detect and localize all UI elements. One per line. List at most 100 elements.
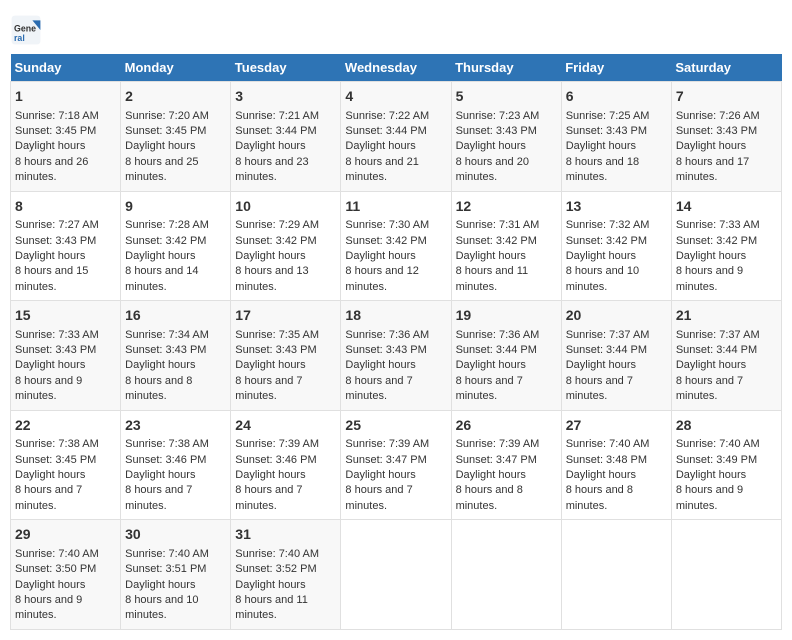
sunrise: Sunrise: 7:38 AM bbox=[125, 438, 209, 450]
weekday-header: Thursday bbox=[451, 54, 561, 82]
daylight-duration: 8 hours and 7 minutes. bbox=[345, 375, 412, 402]
day-number: 17 bbox=[235, 306, 336, 326]
sunrise: Sunrise: 7:30 AM bbox=[345, 219, 429, 231]
sunrise: Sunrise: 7:34 AM bbox=[125, 329, 209, 341]
weekday-header: Friday bbox=[561, 54, 671, 82]
sunset: Sunset: 3:45 PM bbox=[15, 125, 96, 137]
sunset: Sunset: 3:42 PM bbox=[456, 235, 537, 247]
daylight-label: Daylight hours bbox=[676, 359, 746, 371]
sunrise: Sunrise: 7:27 AM bbox=[15, 219, 99, 231]
daylight-label: Daylight hours bbox=[456, 250, 526, 262]
daylight-label: Daylight hours bbox=[15, 359, 85, 371]
sunrise: Sunrise: 7:39 AM bbox=[345, 438, 429, 450]
day-number: 9 bbox=[125, 197, 226, 217]
sunset: Sunset: 3:50 PM bbox=[15, 563, 96, 575]
sunrise: Sunrise: 7:40 AM bbox=[566, 438, 650, 450]
svg-text:ral: ral bbox=[14, 33, 25, 43]
daylight-duration: 8 hours and 7 minutes. bbox=[235, 375, 302, 402]
daylight-label: Daylight hours bbox=[15, 579, 85, 591]
day-number: 24 bbox=[235, 416, 336, 436]
weekday-header: Tuesday bbox=[231, 54, 341, 82]
daylight-label: Daylight hours bbox=[235, 140, 305, 152]
sunset: Sunset: 3:44 PM bbox=[235, 125, 316, 137]
day-number: 6 bbox=[566, 87, 667, 107]
sunrise: Sunrise: 7:32 AM bbox=[566, 219, 650, 231]
sunrise: Sunrise: 7:40 AM bbox=[15, 548, 99, 560]
daylight-label: Daylight hours bbox=[566, 250, 636, 262]
calendar-cell: 12 Sunrise: 7:31 AM Sunset: 3:42 PM Dayl… bbox=[451, 191, 561, 301]
sunrise: Sunrise: 7:39 AM bbox=[456, 438, 540, 450]
sunset: Sunset: 3:43 PM bbox=[15, 235, 96, 247]
day-number: 22 bbox=[15, 416, 116, 436]
day-number: 12 bbox=[456, 197, 557, 217]
daylight-duration: 8 hours and 26 minutes. bbox=[15, 156, 88, 183]
calendar-cell: 7 Sunrise: 7:26 AM Sunset: 3:43 PM Dayli… bbox=[671, 82, 781, 192]
calendar-cell: 20 Sunrise: 7:37 AM Sunset: 3:44 PM Dayl… bbox=[561, 301, 671, 411]
sunset: Sunset: 3:46 PM bbox=[235, 454, 316, 466]
day-number: 14 bbox=[676, 197, 777, 217]
daylight-duration: 8 hours and 9 minutes. bbox=[676, 265, 743, 292]
sunset: Sunset: 3:46 PM bbox=[125, 454, 206, 466]
sunset: Sunset: 3:43 PM bbox=[235, 344, 316, 356]
sunset: Sunset: 3:52 PM bbox=[235, 563, 316, 575]
day-number: 13 bbox=[566, 197, 667, 217]
weekday-header: Saturday bbox=[671, 54, 781, 82]
day-number: 21 bbox=[676, 306, 777, 326]
logo-icon: Gene ral bbox=[10, 14, 42, 46]
calendar-week-row: 22 Sunrise: 7:38 AM Sunset: 3:45 PM Dayl… bbox=[11, 410, 782, 520]
sunset: Sunset: 3:44 PM bbox=[676, 344, 757, 356]
sunset: Sunset: 3:43 PM bbox=[125, 344, 206, 356]
sunset: Sunset: 3:44 PM bbox=[566, 344, 647, 356]
daylight-duration: 8 hours and 14 minutes. bbox=[125, 265, 198, 292]
calendar-cell: 21 Sunrise: 7:37 AM Sunset: 3:44 PM Dayl… bbox=[671, 301, 781, 411]
daylight-duration: 8 hours and 9 minutes. bbox=[15, 594, 82, 621]
sunrise: Sunrise: 7:22 AM bbox=[345, 110, 429, 122]
daylight-label: Daylight hours bbox=[235, 359, 305, 371]
calendar-cell: 27 Sunrise: 7:40 AM Sunset: 3:48 PM Dayl… bbox=[561, 410, 671, 520]
daylight-label: Daylight hours bbox=[566, 359, 636, 371]
daylight-label: Daylight hours bbox=[345, 250, 415, 262]
sunset: Sunset: 3:47 PM bbox=[345, 454, 426, 466]
calendar-cell: 19 Sunrise: 7:36 AM Sunset: 3:44 PM Dayl… bbox=[451, 301, 561, 411]
sunset: Sunset: 3:43 PM bbox=[566, 125, 647, 137]
sunrise: Sunrise: 7:40 AM bbox=[235, 548, 319, 560]
sunrise: Sunrise: 7:37 AM bbox=[676, 329, 760, 341]
daylight-duration: 8 hours and 7 minutes. bbox=[235, 484, 302, 511]
day-number: 26 bbox=[456, 416, 557, 436]
calendar-cell: 13 Sunrise: 7:32 AM Sunset: 3:42 PM Dayl… bbox=[561, 191, 671, 301]
sunrise: Sunrise: 7:31 AM bbox=[456, 219, 540, 231]
day-number: 3 bbox=[235, 87, 336, 107]
daylight-duration: 8 hours and 9 minutes. bbox=[676, 484, 743, 511]
calendar-cell: 9 Sunrise: 7:28 AM Sunset: 3:42 PM Dayli… bbox=[121, 191, 231, 301]
daylight-duration: 8 hours and 7 minutes. bbox=[566, 375, 633, 402]
sunset: Sunset: 3:49 PM bbox=[676, 454, 757, 466]
sunrise: Sunrise: 7:36 AM bbox=[345, 329, 429, 341]
sunrise: Sunrise: 7:21 AM bbox=[235, 110, 319, 122]
day-number: 19 bbox=[456, 306, 557, 326]
daylight-duration: 8 hours and 23 minutes. bbox=[235, 156, 308, 183]
daylight-label: Daylight hours bbox=[676, 140, 746, 152]
day-number: 5 bbox=[456, 87, 557, 107]
daylight-label: Daylight hours bbox=[15, 469, 85, 481]
daylight-label: Daylight hours bbox=[345, 469, 415, 481]
sunrise: Sunrise: 7:39 AM bbox=[235, 438, 319, 450]
daylight-duration: 8 hours and 12 minutes. bbox=[345, 265, 418, 292]
calendar-week-row: 1 Sunrise: 7:18 AM Sunset: 3:45 PM Dayli… bbox=[11, 82, 782, 192]
sunrise: Sunrise: 7:36 AM bbox=[456, 329, 540, 341]
daylight-duration: 8 hours and 8 minutes. bbox=[125, 375, 192, 402]
day-number: 7 bbox=[676, 87, 777, 107]
daylight-label: Daylight hours bbox=[456, 469, 526, 481]
sunset: Sunset: 3:51 PM bbox=[125, 563, 206, 575]
weekday-header: Wednesday bbox=[341, 54, 451, 82]
sunset: Sunset: 3:44 PM bbox=[345, 125, 426, 137]
sunrise: Sunrise: 7:37 AM bbox=[566, 329, 650, 341]
daylight-duration: 8 hours and 25 minutes. bbox=[125, 156, 198, 183]
daylight-duration: 8 hours and 7 minutes. bbox=[676, 375, 743, 402]
daylight-label: Daylight hours bbox=[676, 250, 746, 262]
calendar-cell: 5 Sunrise: 7:23 AM Sunset: 3:43 PM Dayli… bbox=[451, 82, 561, 192]
day-number: 16 bbox=[125, 306, 226, 326]
calendar-cell: 31 Sunrise: 7:40 AM Sunset: 3:52 PM Dayl… bbox=[231, 520, 341, 630]
daylight-label: Daylight hours bbox=[125, 359, 195, 371]
sunset: Sunset: 3:42 PM bbox=[566, 235, 647, 247]
sunset: Sunset: 3:45 PM bbox=[125, 125, 206, 137]
